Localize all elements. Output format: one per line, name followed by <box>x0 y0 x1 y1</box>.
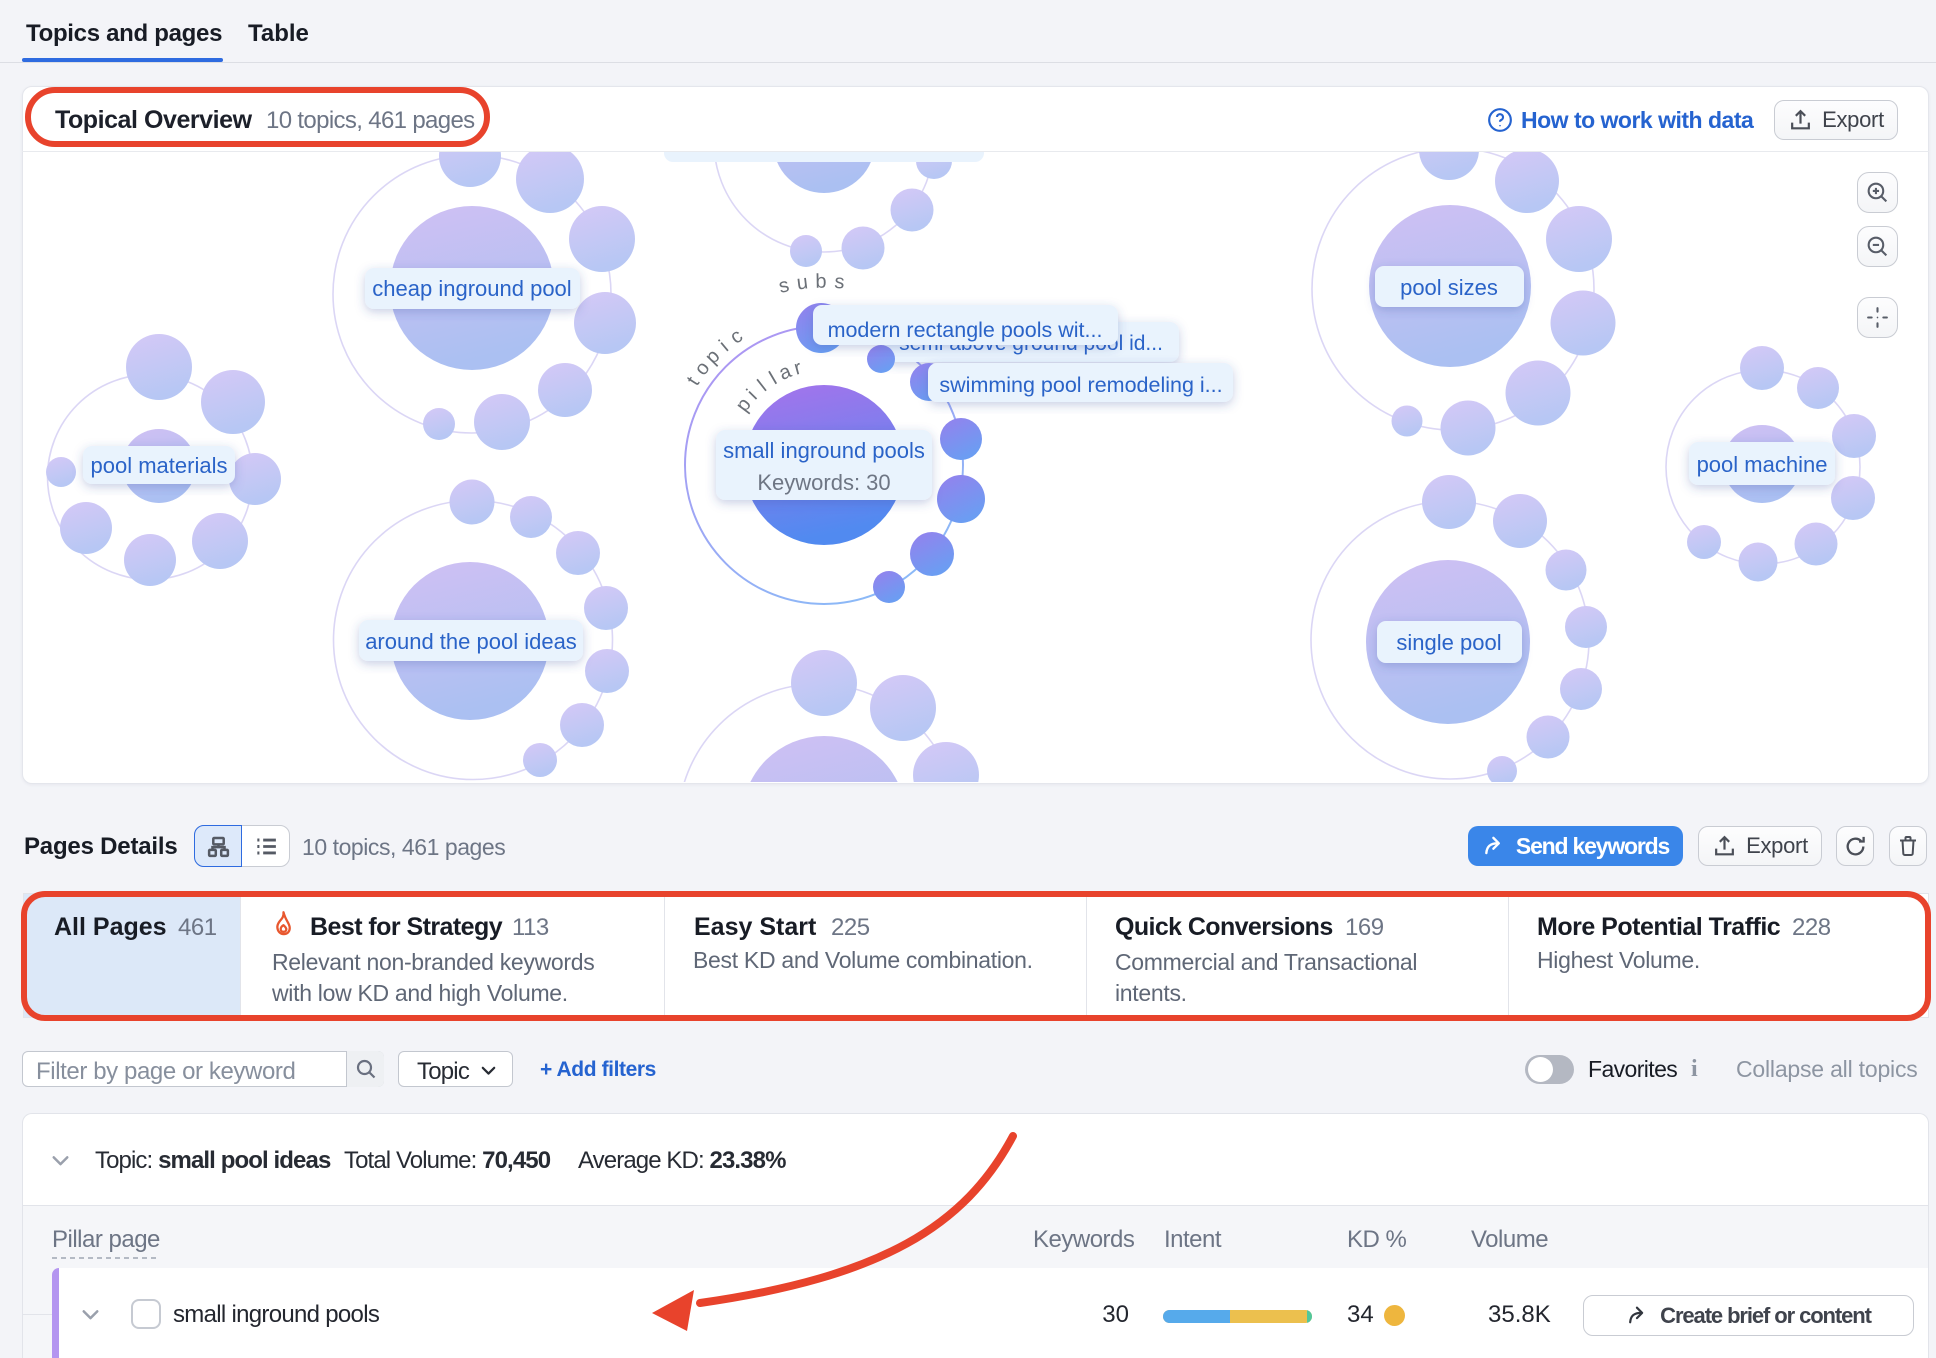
svg-text:around the pool ideas: around the pool ideas <box>365 629 577 654</box>
svg-text:swimming pool remodeling i...: swimming pool remodeling i... <box>939 373 1222 397</box>
svg-text:pool machine: pool machine <box>1697 452 1828 477</box>
svg-text:i: i <box>715 336 733 356</box>
svg-text:c: c <box>726 325 747 349</box>
svg-text:pool materials: pool materials <box>91 453 228 478</box>
svg-text:u: u <box>795 271 809 294</box>
svg-text:modern rectangle pools wit...: modern rectangle pools wit... <box>828 318 1103 342</box>
svg-text:s: s <box>777 274 792 298</box>
svg-text:single pool: single pool <box>1396 630 1501 655</box>
svg-text:cheap inground pool: cheap inground pool <box>372 276 571 301</box>
svg-text:l: l <box>754 376 771 396</box>
svg-text:small inground pools: small inground pools <box>723 438 925 463</box>
svg-text:pool sizes: pool sizes <box>1400 275 1498 300</box>
svg-text:s: s <box>834 271 846 294</box>
svg-text:Keywords: 30: Keywords: 30 <box>757 470 890 495</box>
svg-text:b: b <box>815 271 827 293</box>
svg-text:r: r <box>792 357 805 380</box>
